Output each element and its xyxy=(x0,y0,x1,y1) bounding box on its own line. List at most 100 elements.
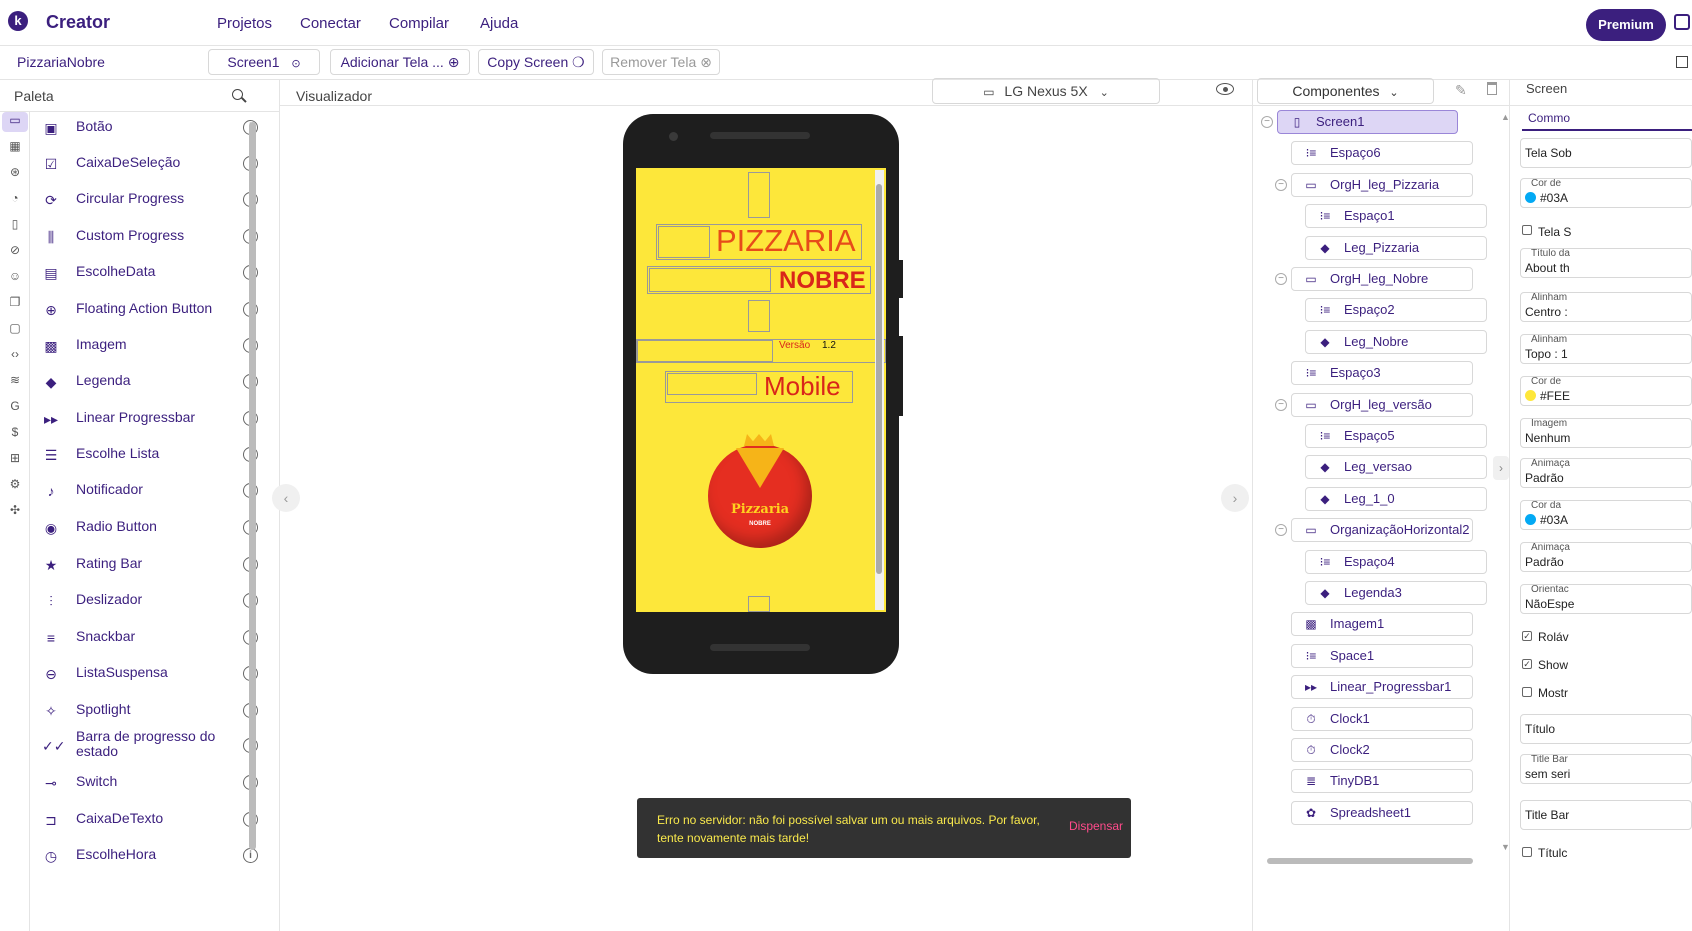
collapse-panel-arrow[interactable]: › xyxy=(1493,456,1509,480)
palette-item[interactable]: ☑CaixaDeSeleçãoi xyxy=(30,146,266,182)
google-category-icon[interactable]: G xyxy=(7,398,23,414)
space1-box[interactable] xyxy=(748,596,770,612)
code-category-icon[interactable]: ‹› xyxy=(7,346,23,362)
storage-category-icon[interactable]: ❐ xyxy=(7,294,23,310)
about-screen-field[interactable]: Tela Sob xyxy=(1520,138,1692,168)
versao-label[interactable]: Versão xyxy=(779,340,810,351)
menu-conectar[interactable]: Conectar xyxy=(300,15,361,32)
rss-category-icon[interactable]: ≋ xyxy=(7,372,23,388)
title-field[interactable]: Título xyxy=(1520,714,1692,744)
palette-item[interactable]: ⫶Deslizadori xyxy=(30,583,266,619)
about-title-field[interactable]: Título da About th xyxy=(1520,248,1692,278)
orientation-field[interactable]: Orientac NãoEspe xyxy=(1520,584,1692,614)
tela-s-checkbox[interactable] xyxy=(1522,225,1532,235)
settings-category-icon[interactable]: ⚙ xyxy=(7,476,23,492)
palette-item[interactable]: ⊕Floating Action Buttoni xyxy=(30,292,266,328)
extension-category-icon[interactable]: ✣ xyxy=(7,502,23,518)
palette-item[interactable]: ▸▸Linear Progressbari xyxy=(30,401,266,437)
monetization-category-icon[interactable]: $ xyxy=(7,424,23,440)
media-category-icon[interactable]: ⊛ xyxy=(7,164,23,180)
title-bar-font-field[interactable]: Title Bar sem seri xyxy=(1520,754,1692,784)
palette-item[interactable]: ⊸Switchi xyxy=(30,765,266,801)
component-node[interactable]: ⏱ Clock2 xyxy=(1291,738,1473,762)
app-screen[interactable]: PIZZARIA NOBRE Versão 1.2 Mobile Pizzari… xyxy=(636,168,886,612)
previous-arrow-icon[interactable]: ‹ xyxy=(272,484,300,512)
tab-common[interactable]: Commo xyxy=(1528,111,1570,125)
dismiss-button[interactable]: Dispensar xyxy=(1069,819,1123,833)
screen-scrollbar-thumb[interactable] xyxy=(876,184,882,574)
components-select[interactable]: Componentes ⌄ xyxy=(1257,78,1434,104)
layers-icon[interactable] xyxy=(1676,56,1688,68)
user-interface-category-icon[interactable]: ▭ xyxy=(2,112,28,132)
components-h-scrollbar[interactable] xyxy=(1267,858,1473,864)
palette-item[interactable]: ◷ EscolheHora i xyxy=(30,838,266,874)
palette-item[interactable]: ≡Snackbari xyxy=(30,620,266,656)
component-node[interactable]: ⁝≡ Espaço3 xyxy=(1291,361,1473,386)
palette-item[interactable]: ♪Notificadori xyxy=(30,473,266,509)
align-horizontal-field[interactable]: Alinham Centro : xyxy=(1520,292,1692,322)
component-node[interactable]: ▭ OrgH_leg_versão xyxy=(1291,392,1473,417)
component-node[interactable]: ◆ Legenda3 xyxy=(1305,581,1487,605)
connectivity-category-icon[interactable]: ▢ xyxy=(7,320,23,336)
pizzaria-logo-image[interactable]: Pizzaria NOBRE xyxy=(708,434,812,548)
component-node[interactable]: ◆ Leg_Pizzaria xyxy=(1305,235,1487,260)
palette-item[interactable]: ✧Spotlighti xyxy=(30,693,266,729)
component-node[interactable]: ⁝≡ Espaço4 xyxy=(1305,549,1487,574)
collapse-toggle-icon[interactable]: − xyxy=(1261,116,1273,128)
menu-projetos[interactable]: Projetos xyxy=(217,15,272,32)
component-node[interactable]: ◆ Leg_Nobre xyxy=(1305,329,1487,354)
copy-screen-button[interactable]: Copy Screen ❍ xyxy=(478,49,594,75)
open-animation-field[interactable]: Animaça Padrão xyxy=(1520,542,1692,572)
versao-value[interactable]: 1.2 xyxy=(822,340,836,351)
component-node[interactable]: ⁝≡ Espaço5 xyxy=(1305,424,1487,448)
palette-item[interactable]: ⫼Custom Progressi xyxy=(30,219,266,255)
component-node[interactable]: ≣ TinyDB1 xyxy=(1291,769,1473,794)
nobre-label[interactable]: NOBRE xyxy=(779,267,866,295)
component-node[interactable]: ✿ Spreadsheet1 xyxy=(1291,800,1473,825)
scrollable-checkbox[interactable]: ✓ xyxy=(1522,631,1532,641)
component-node[interactable]: ◆ Leg_versao xyxy=(1305,455,1487,480)
palette-item[interactable]: ✓✓Barra de progresso do estadoi xyxy=(30,728,266,764)
apps-category-icon[interactable]: ⊞ xyxy=(7,450,23,466)
exit-icon[interactable] xyxy=(1674,14,1690,30)
collapse-toggle-icon[interactable]: − xyxy=(1275,398,1287,411)
palette-item[interactable]: ⊐CaixaDeTextoi xyxy=(30,802,266,838)
collapse-toggle-icon[interactable]: − xyxy=(1275,178,1287,191)
title-bar-field[interactable]: Title Bar xyxy=(1520,800,1692,830)
device-select[interactable]: ▭ LG Nexus 5X ⌄ xyxy=(932,78,1160,104)
align-vertical-field[interactable]: Alinham Topo : 1 xyxy=(1520,334,1692,364)
palette-item[interactable]: ▤EscolheDatai xyxy=(30,255,266,291)
next-arrow-icon[interactable]: › xyxy=(1221,484,1249,512)
palette-item[interactable]: ▣Botãoi xyxy=(30,110,266,146)
palette-scrollbar[interactable] xyxy=(249,122,256,850)
component-node[interactable]: ▸▸ Linear_Progressbar1 xyxy=(1291,675,1473,700)
espaco4-box[interactable] xyxy=(667,373,757,395)
background-image-field[interactable]: Imagem Nenhum xyxy=(1520,418,1692,448)
mostrar-checkbox[interactable] xyxy=(1522,687,1532,697)
palette-item[interactable]: ◉Radio Buttoni xyxy=(30,510,266,546)
title-visible-checkbox[interactable] xyxy=(1522,847,1532,857)
palette-item[interactable]: ▩Imagemi xyxy=(30,328,266,364)
espaco6-box[interactable] xyxy=(748,172,770,218)
accent-color-field[interactable]: Cor de #03A xyxy=(1520,178,1692,208)
component-node[interactable]: ⁝≡ Espaço1 xyxy=(1305,204,1487,229)
social-category-icon[interactable]: ☺ xyxy=(7,268,23,284)
close-animation-field[interactable]: Animaça Padrão xyxy=(1520,458,1692,488)
drawing-category-icon[interactable]: ◔ xyxy=(7,190,23,206)
screen-select[interactable]: Screen1 ⊙ xyxy=(208,49,320,75)
add-screen-button[interactable]: Adicionar Tela ... ⊕ xyxy=(330,49,470,75)
info-icon[interactable]: i xyxy=(243,848,258,863)
espaco1-box[interactable] xyxy=(658,226,710,258)
component-node[interactable]: ⁝≡ Espaço6 xyxy=(1291,141,1473,166)
component-node[interactable]: ▩ Imagem1 xyxy=(1291,612,1473,637)
palette-item[interactable]: ◆Legendai xyxy=(30,364,266,400)
palette-item[interactable]: ⊖ListaSuspensai xyxy=(30,656,266,692)
layout-category-icon[interactable]: ▦ xyxy=(7,138,23,154)
pencil-icon[interactable]: ✎ xyxy=(1455,82,1467,99)
scroll-up-arrow[interactable]: ▲ xyxy=(1501,112,1510,122)
premium-button[interactable]: Premium xyxy=(1586,9,1666,41)
component-node[interactable]: ⏱ Clock1 xyxy=(1291,706,1473,731)
scroll-down-arrow[interactable]: ▼ xyxy=(1501,842,1510,852)
remove-screen-button[interactable]: Remover Tela ⊗ xyxy=(602,49,720,75)
palette-item[interactable]: ⟳Circular Progressi xyxy=(30,182,266,218)
